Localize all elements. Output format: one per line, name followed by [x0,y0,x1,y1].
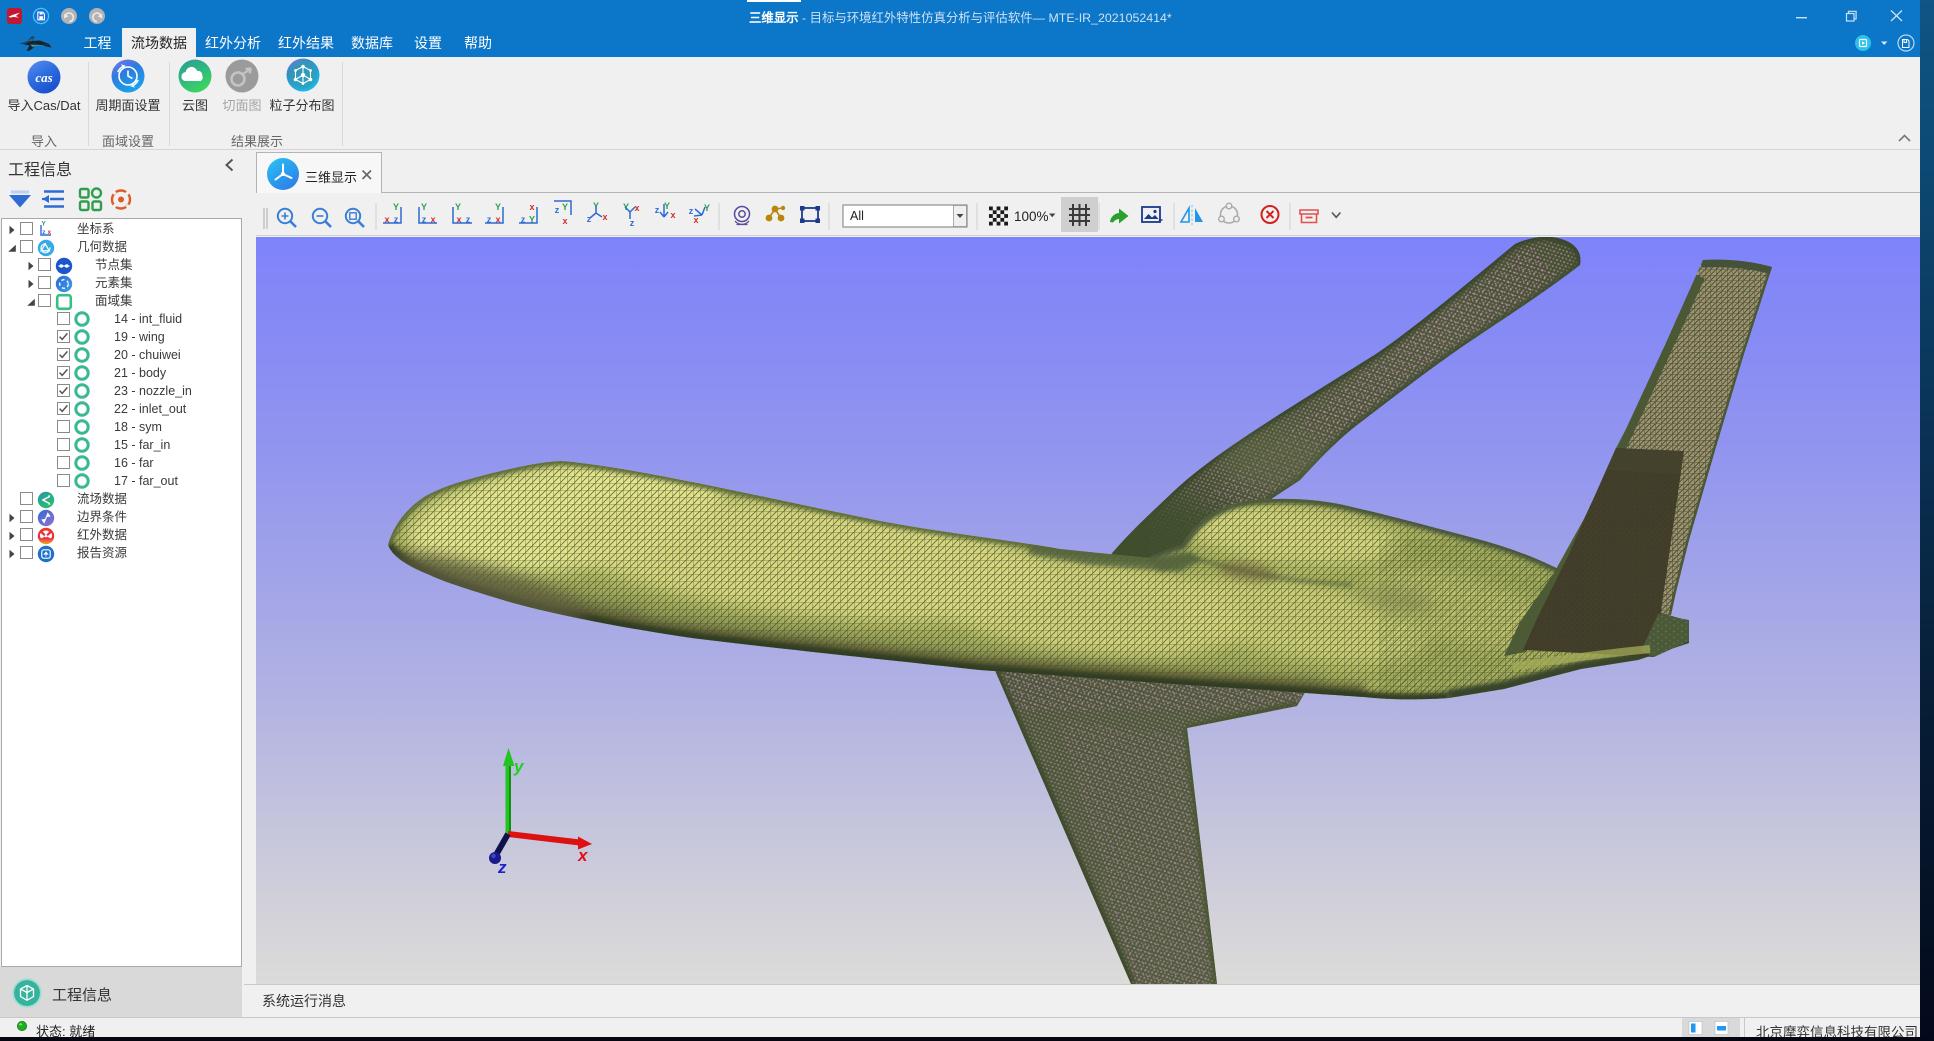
svg-text:x: x [577,846,589,865]
svg-text:x: x [670,210,675,220]
svg-text:x: x [48,229,52,236]
svg-text:Y: Y [421,202,427,212]
svg-text:z: z [630,218,635,228]
svg-text:x: x [529,202,534,212]
svg-text:Y: Y [664,201,670,211]
svg-text:x: x [602,212,607,222]
svg-text:Y: Y [495,202,501,212]
svg-text:z: z [497,858,507,877]
svg-text:y: y [513,757,525,776]
svg-text:cas: cas [35,70,52,85]
svg-text:Y: Y [393,202,399,212]
svg-text:z: z [555,205,560,215]
svg-text:All: All [850,209,864,223]
svg-text:z: z [655,205,660,215]
svg-text:z: z [587,214,592,224]
svg-text:Y: Y [455,202,461,212]
svg-text:100%: 100% [1014,209,1049,224]
svg-text:x: x [562,216,567,226]
svg-text:Y: Y [562,202,568,212]
svg-text:Y: Y [42,221,47,228]
svg-text:x: x [634,203,639,213]
